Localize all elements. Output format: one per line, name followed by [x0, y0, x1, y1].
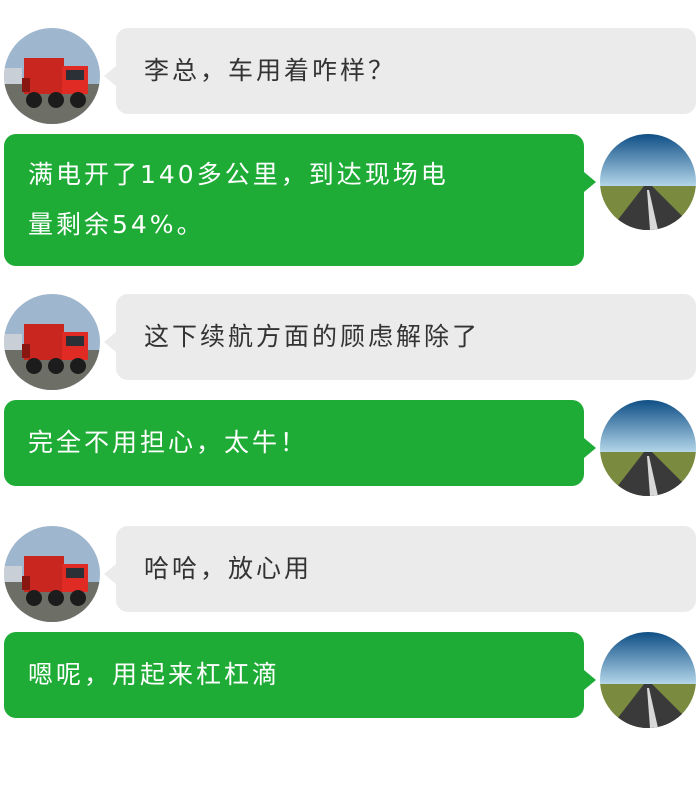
message-row-outgoing: 嗯呢，用起来杠杠滴: [0, 632, 700, 728]
message-bubble-outgoing: 满电开了140多公里，到达现场电 量剩余54%。: [4, 134, 584, 266]
message-bubble-outgoing: 嗯呢，用起来杠杠滴: [4, 632, 584, 718]
bubble-tail: [104, 66, 116, 86]
bubble-tail: [584, 172, 596, 192]
truck-avatar[interactable]: [4, 526, 100, 622]
message-text-line-2: 量剩余54%。: [28, 210, 205, 239]
truck-avatar-icon: [4, 526, 100, 622]
bubble-tail: [104, 564, 116, 584]
message-row-outgoing: 完全不用担心，太牛！: [0, 400, 700, 496]
truck-avatar-icon: [4, 294, 100, 390]
message-row-incoming: 这下续航方面的顾虑解除了: [0, 294, 700, 390]
road-avatar[interactable]: [600, 134, 696, 230]
road-avatar-icon: [600, 134, 696, 230]
message-bubble-incoming: 李总，车用着咋样？: [116, 28, 696, 114]
chat-conversation: 李总，车用着咋样？ 满电开了140多公里，到达现场电 量剩余54%。 这下续航方…: [0, 0, 700, 797]
message-bubble-outgoing: 完全不用担心，太牛！: [4, 400, 584, 486]
message-row-outgoing: 满电开了140多公里，到达现场电 量剩余54%。: [0, 134, 700, 268]
truck-avatar-icon: [4, 28, 100, 124]
message-row-incoming: 哈哈，放心用: [0, 526, 700, 622]
message-text: 嗯呢，用起来杠杠滴: [28, 660, 281, 689]
message-text: 这下续航方面的顾虑解除了: [144, 322, 481, 351]
message-text: 完全不用担心，太牛！: [28, 428, 309, 457]
truck-avatar[interactable]: [4, 294, 100, 390]
message-text-line-1: 满电开了140多公里，到达现场电: [28, 160, 449, 189]
message-text: 哈哈，放心用: [144, 554, 313, 583]
message-bubble-incoming: 哈哈，放心用: [116, 526, 696, 612]
bubble-tail: [584, 438, 596, 458]
message-text: 李总，车用着咋样？: [144, 56, 397, 85]
message-bubble-incoming: 这下续航方面的顾虑解除了: [116, 294, 696, 380]
message-row-incoming: 李总，车用着咋样？: [0, 28, 700, 124]
road-avatar[interactable]: [600, 400, 696, 496]
truck-avatar[interactable]: [4, 28, 100, 124]
bubble-tail: [104, 332, 116, 352]
bubble-tail: [584, 670, 596, 690]
road-avatar-icon: [600, 400, 696, 496]
road-avatar[interactable]: [600, 632, 696, 728]
road-avatar-icon: [600, 632, 696, 728]
